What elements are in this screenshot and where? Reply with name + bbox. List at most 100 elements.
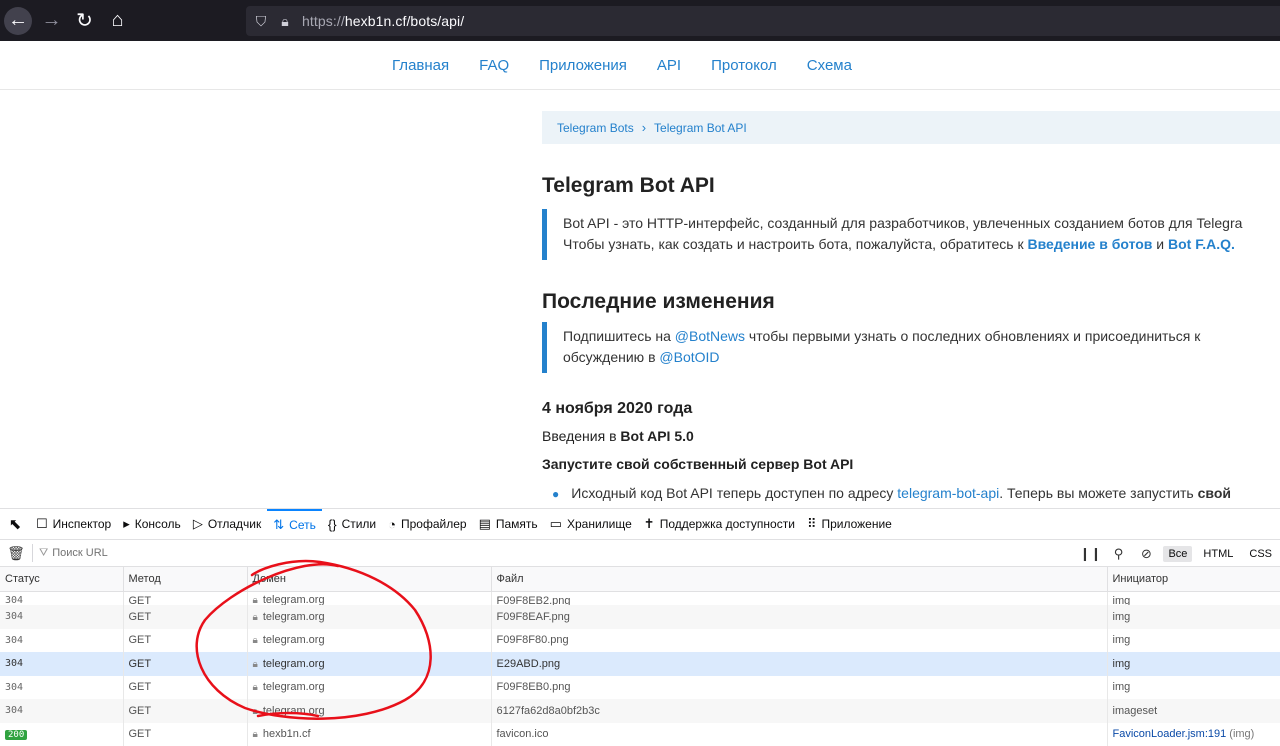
status-cell: 304 <box>0 591 124 605</box>
url-text[interactable]: https://hexb1n.cf/bots/api/ <box>302 13 464 29</box>
intro-to-bots-link[interactable]: Введение в ботов <box>1028 236 1153 252</box>
home-icon[interactable]: ⌂ <box>101 4 134 37</box>
initiator-cell: img <box>1107 675 1280 699</box>
lock-icon: 🔒︎ <box>252 658 258 670</box>
type-filter-1[interactable]: HTML <box>1198 546 1238 562</box>
method-cell: GET <box>123 652 248 676</box>
tab-label: Сеть <box>289 518 316 532</box>
reload-icon[interactable]: ↻ <box>68 4 101 37</box>
recent-mid: чтобы первыми узнать о последних обновле… <box>745 328 1201 344</box>
nav-link-5[interactable]: Схема <box>807 57 852 74</box>
method-cell: GET <box>123 591 248 605</box>
url-scheme: https:// <box>302 13 345 29</box>
search-icon[interactable]: ⚲ <box>1104 546 1132 562</box>
domain-cell: 🔒︎ telegram.org <box>247 628 492 652</box>
column-header-4[interactable]: Инициатор <box>1107 567 1280 592</box>
table-header-row: Статус Метод Домен Файл Инициатор <box>0 567 1280 592</box>
domain-text: hexb1n.cf <box>262 728 311 741</box>
server-heading: Запустите свой собственный сервер Bot AP… <box>542 456 854 472</box>
shield-icon[interactable]: ⛉ <box>254 13 268 30</box>
column-header-3[interactable]: Файл <box>491 567 1108 592</box>
tab-profiler[interactable]: ◔ Профайлер <box>382 509 472 540</box>
domain-text: telegram.org <box>262 594 325 606</box>
site-navigation: Главная FAQ Приложения API Протокол Схема <box>0 41 1280 90</box>
tab-styles[interactable]: {} Стили <box>322 509 382 540</box>
date-heading: 4 ноября 2020 года <box>542 400 693 417</box>
element-picker-icon[interactable]: ⬉ <box>0 509 30 540</box>
table-row[interactable]: 304 GET 🔒︎ telegram.org F09F8EB2.png img <box>0 591 1280 605</box>
table-row[interactable]: 304 GET 🔒︎ telegram.org F09F8EAF.png img <box>0 605 1280 629</box>
initiator-link[interactable]: FaviconLoader.jsm:191 <box>1113 728 1227 740</box>
botnews-link[interactable]: @BotNews <box>675 328 745 344</box>
initiator-cell: img <box>1107 591 1280 605</box>
application-icon: ⠿ <box>806 516 817 531</box>
telegram-bot-api-link[interactable]: telegram-bot-api <box>897 485 999 501</box>
status-cell: 200 <box>0 722 124 746</box>
domain-cell: 🔒︎ telegram.org <box>247 699 492 723</box>
table-row[interactable]: 304 GET 🔒︎ telegram.org F09F8EB0.png img <box>0 675 1280 699</box>
domain-text: telegram.org <box>262 704 325 717</box>
column-header-2[interactable]: Домен <box>247 567 492 592</box>
block-icon[interactable]: ⊘ <box>1132 546 1160 562</box>
initiator-cell: FaviconLoader.jsm:191 (img) <box>1107 722 1280 746</box>
tab-accessibility[interactable]: ✝ Поддержка доступности <box>638 509 801 540</box>
lock-icon: 🔒︎ <box>252 705 258 717</box>
tab-memory[interactable]: ▤ Память <box>473 509 544 540</box>
method-cell: GET <box>123 628 248 652</box>
nav-link-0[interactable]: Главная <box>392 57 449 74</box>
pause-icon[interactable]: ❙❙ <box>1076 546 1104 562</box>
table-row[interactable]: 304 GET 🔒︎ telegram.org 6127fa62d8a0bf2b3c im… <box>0 699 1280 723</box>
table-body: 304 GET 🔒︎ telegram.org F09F8EB2.png img 304 GE… <box>0 591 1280 746</box>
table-row[interactable]: 304 GET 🔒︎ telegram.org E29ABD.png img <box>0 652 1280 676</box>
botoid-link[interactable]: @BotOID <box>659 349 719 365</box>
column-header-0[interactable]: Статус <box>0 567 124 592</box>
tab-inspector[interactable]: ☐ Инспектор <box>30 509 117 540</box>
network-filter-controls: ❙❙ ⚲ ⊘ Все HTML CSS <box>1076 540 1280 567</box>
nav-link-3[interactable]: API <box>657 57 681 74</box>
lock-icon: 🔒︎ <box>252 682 258 694</box>
nav-link-2[interactable]: Приложения <box>539 57 627 74</box>
url-filter-input[interactable]: Поиск URL <box>52 547 108 559</box>
forward-arrow-icon[interactable]: → <box>35 4 68 37</box>
tab-network[interactable]: ⇅ Сеть <box>267 508 322 540</box>
trash-icon[interactable]: 🗑︎ <box>0 545 32 562</box>
bullet-prefix: Исходный код Bot API теперь доступен по … <box>571 485 898 501</box>
address-bar[interactable]: ⛉ 🔒︎ https://hexb1n.cf/bots/api/ <box>246 6 1280 36</box>
column-header-1[interactable]: Метод <box>123 567 248 592</box>
recent-prefix: Подпишитесь на <box>563 328 675 344</box>
breadcrumb-telegram-bots[interactable]: Telegram Bots <box>557 121 634 135</box>
version-intro: Введения в Bot API 5.0 <box>542 428 694 444</box>
tab-application[interactable]: ⠿ Приложение <box>801 509 898 540</box>
nav-link-1[interactable]: FAQ <box>479 57 509 74</box>
recent-blockquote: Подпишитесь на @BotNews чтобы первыми уз… <box>542 322 1280 373</box>
type-filter-2[interactable]: CSS <box>1244 546 1277 562</box>
nav-link-4[interactable]: Протокол <box>711 57 777 74</box>
back-arrow-icon[interactable]: ← <box>4 6 32 35</box>
status-cell: 304 <box>0 699 124 723</box>
network-filter-bar: 🗑︎ ⛛ Поиск URL ❙❙ ⚲ ⊘ Все HTML CSS <box>0 540 1280 567</box>
tab-label: Отладчик <box>207 517 262 531</box>
domain-text: telegram.org <box>262 657 325 670</box>
memory-icon: ▤ <box>478 516 491 531</box>
type-filter-0[interactable]: Все <box>1163 545 1193 562</box>
tab-console[interactable]: ▸ Консоль <box>117 509 187 540</box>
version-name: Bot API 5.0 <box>620 428 694 444</box>
initiator-cell: img <box>1107 628 1280 652</box>
domain-cell: 🔒︎ telegram.org <box>247 605 492 629</box>
tab-label: Хранилище <box>566 517 632 531</box>
tab-debugger[interactable]: ▷ Отладчик <box>187 509 267 540</box>
table-row[interactable]: 200 GET 🔒︎ hexb1n.cf favicon.ico FaviconLoade… <box>0 722 1280 746</box>
bot-faq-link[interactable]: Bot F.A.Q. <box>1168 236 1235 252</box>
file-cell: F09F8EAF.png <box>491 605 1108 629</box>
version-prefix: Введения в <box>542 428 621 444</box>
divider <box>32 544 33 562</box>
status-badge: 200 <box>5 729 28 740</box>
lock-icon: 🔒︎ <box>252 635 258 647</box>
method-cell: GET <box>123 675 248 699</box>
storage-icon: ▭ <box>549 516 562 531</box>
breadcrumb-bot-api[interactable]: Telegram Bot API <box>654 121 747 135</box>
tab-label: Приложение <box>821 517 892 531</box>
table-row[interactable]: 304 GET 🔒︎ telegram.org F09F8F80.png img <box>0 628 1280 652</box>
tab-storage[interactable]: ▭ Хранилище <box>544 509 638 540</box>
lock-icon[interactable]: 🔒︎ <box>278 13 292 30</box>
